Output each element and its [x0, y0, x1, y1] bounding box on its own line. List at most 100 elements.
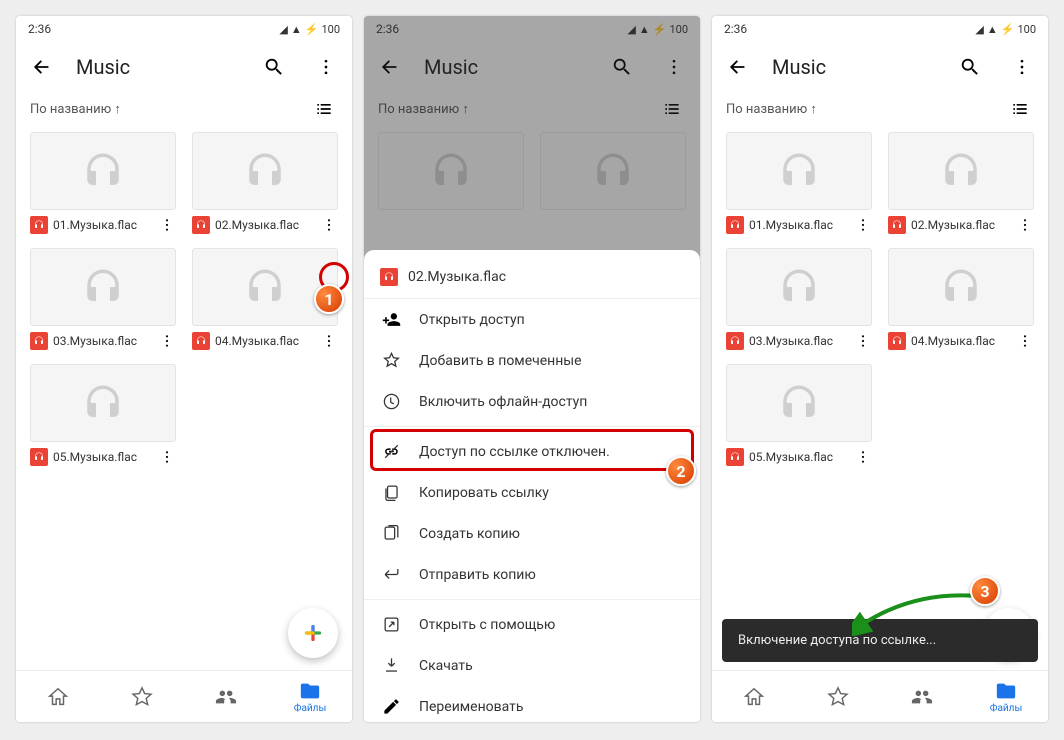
sheet-label: Добавить в помеченные: [419, 353, 582, 369]
file-more-button[interactable]: [1016, 333, 1034, 349]
sort-label[interactable]: По названию ↑: [726, 101, 817, 117]
file-thumb: [30, 132, 176, 210]
sheet-download[interactable]: Скачать: [364, 645, 700, 686]
audio-icon: [30, 332, 48, 350]
annotation-arrow: [852, 586, 982, 636]
nav-files-label: Файлы: [294, 703, 326, 714]
bottom-nav: Файлы: [16, 670, 352, 722]
status-time: 2:36: [724, 22, 747, 36]
view-toggle[interactable]: [1006, 95, 1034, 123]
audio-icon: [192, 332, 210, 350]
audio-icon: [30, 216, 48, 234]
file-more-button[interactable]: [1016, 217, 1034, 233]
audio-icon: [888, 216, 906, 234]
back-button[interactable]: [24, 49, 60, 85]
status-bar: 2:36 ◢ ▲ ⚡ 100: [16, 16, 352, 42]
audio-icon: [888, 332, 906, 350]
file-card[interactable]: 03.Музыка.flac: [30, 248, 176, 350]
overflow-button[interactable]: [1004, 49, 1040, 85]
audio-icon: [30, 448, 48, 466]
fab-add[interactable]: [288, 608, 338, 658]
status-time: 2:36: [28, 22, 51, 36]
audio-icon: [380, 268, 398, 286]
sheet-label: Открыть с помощью: [419, 617, 555, 633]
sort-row: По названию ↑: [712, 92, 1048, 126]
sheet-label: Отправить копию: [419, 567, 536, 583]
nav-home[interactable]: [16, 671, 100, 722]
file-name: 02.Музыка.flac: [911, 218, 1011, 232]
signal-icon: ◢: [279, 23, 287, 36]
file-more-button[interactable]: [158, 333, 176, 349]
nav-home[interactable]: [712, 671, 796, 722]
sheet-label: Копировать ссылку: [419, 485, 549, 501]
file-card[interactable]: 02.Музыка.flac: [888, 132, 1034, 234]
wifi-icon: ▲: [987, 23, 998, 36]
audio-icon: [726, 332, 744, 350]
nav-starred[interactable]: [100, 671, 184, 722]
sheet-offline[interactable]: Включить офлайн-доступ: [364, 381, 700, 422]
file-card[interactable]: 01.Музыка.flac: [30, 132, 176, 234]
file-more-button[interactable]: [854, 217, 872, 233]
file-more-button[interactable]: [320, 217, 338, 233]
sheet-label: Создать копию: [419, 526, 520, 542]
file-thumb: [888, 248, 1034, 326]
view-toggle[interactable]: [310, 95, 338, 123]
sheet-label: Переименовать: [419, 699, 524, 715]
nav-shared[interactable]: [880, 671, 964, 722]
file-card[interactable]: 02.Музыка.flac: [192, 132, 338, 234]
file-card[interactable]: 04.Музыка.flac: [888, 248, 1034, 350]
app-title: Music: [772, 55, 936, 79]
step-badge-3: 3: [970, 576, 1000, 606]
search-button[interactable]: [256, 49, 292, 85]
status-icons: ◢ ▲ ⚡ 100: [975, 23, 1036, 36]
file-more-button[interactable]: [854, 333, 872, 349]
battery-icon: ⚡: [305, 23, 319, 36]
file-more-button[interactable]: [158, 449, 176, 465]
nav-files[interactable]: Файлы: [964, 671, 1048, 722]
file-grid: 01.Музыка.flac 02.Музыка.flac 03.Музыка.…: [16, 126, 352, 472]
sheet-copy-link[interactable]: Копировать ссылку: [364, 472, 700, 513]
file-card[interactable]: 01.Музыка.flac: [726, 132, 872, 234]
bottom-nav: Файлы: [712, 670, 1048, 722]
sheet-star[interactable]: Добавить в помеченные: [364, 340, 700, 381]
file-card[interactable]: 05.Музыка.flac: [726, 364, 872, 466]
file-card[interactable]: 05.Музыка.flac: [30, 364, 176, 466]
status-bar: 2:36 ◢ ▲ ⚡ 100: [712, 16, 1048, 42]
file-thumb: [30, 248, 176, 326]
back-button[interactable]: [720, 49, 756, 85]
nav-starred[interactable]: [796, 671, 880, 722]
bottom-sheet: 02.Музыка.flac Открыть доступ Добавить в…: [364, 250, 700, 722]
file-name: 04.Музыка.flac: [215, 334, 315, 348]
file-more-button[interactable]: [320, 333, 338, 349]
app-bar: Music: [712, 42, 1048, 92]
sheet-make-copy[interactable]: Создать копию: [364, 513, 700, 554]
nav-files[interactable]: Файлы: [268, 671, 352, 722]
overflow-button[interactable]: [308, 49, 344, 85]
sheet-title: 02.Музыка.flac: [408, 269, 506, 285]
file-thumb: [888, 132, 1034, 210]
wifi-icon: ▲: [291, 23, 302, 36]
sheet-label: Скачать: [419, 658, 473, 674]
file-name: 01.Музыка.flac: [749, 218, 849, 232]
sheet-share[interactable]: Открыть доступ: [364, 299, 700, 340]
sort-label[interactable]: По названию ↑: [30, 101, 121, 117]
screen-3: 2:36 ◢ ▲ ⚡ 100 Music По названию ↑ 01.Му…: [712, 16, 1048, 722]
file-more-button[interactable]: [854, 449, 872, 465]
nav-shared[interactable]: [184, 671, 268, 722]
sheet-rename[interactable]: Переименовать: [364, 686, 700, 722]
audio-icon: [726, 216, 744, 234]
sheet-send-copy[interactable]: Отправить копию: [364, 554, 700, 595]
status-icons: ◢ ▲ ⚡ 100: [279, 23, 340, 36]
sheet-open-with[interactable]: Открыть с помощью: [364, 604, 700, 645]
screen-1: 2:36 ◢ ▲ ⚡ 100 Music По названию ↑ 01.Му…: [16, 16, 352, 722]
sheet-header: 02.Музыка.flac: [364, 256, 700, 299]
battery-pct: 100: [1017, 23, 1036, 36]
file-thumb: [30, 364, 176, 442]
file-name: 05.Музыка.flac: [749, 450, 849, 464]
app-bar: Music: [16, 42, 352, 92]
file-name: 05.Музыка.flac: [53, 450, 153, 464]
file-more-button[interactable]: [158, 217, 176, 233]
search-button[interactable]: [952, 49, 988, 85]
file-name: 04.Музыка.flac: [911, 334, 1011, 348]
file-card[interactable]: 03.Музыка.flac: [726, 248, 872, 350]
